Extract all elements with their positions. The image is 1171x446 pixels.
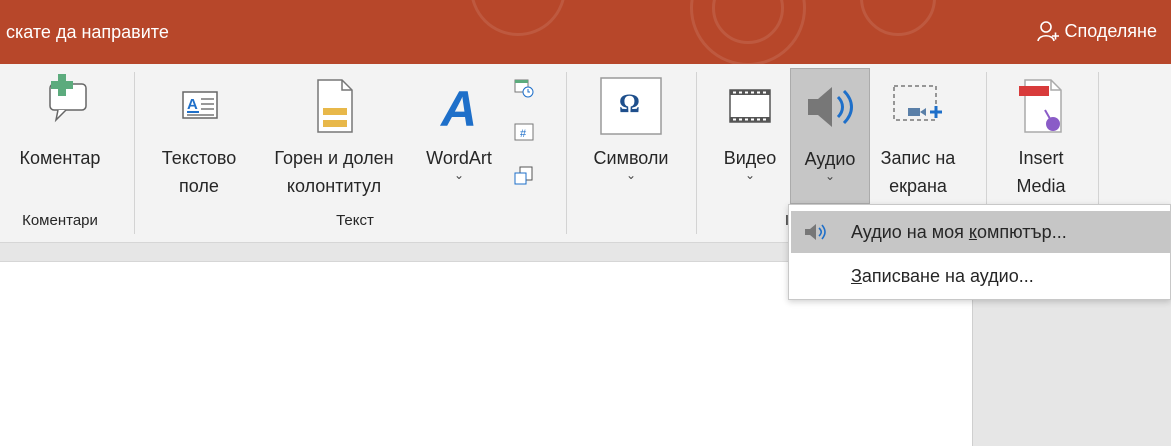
object-icon[interactable] [514,166,534,186]
chevron-down-icon: ⌄ [744,168,756,182]
chevron-down-icon: ⌄ [625,168,637,182]
group-separator [566,72,567,234]
share-label: Споделяне [1064,20,1157,41]
group-label-text: Текст [336,212,374,229]
screen-recording-button[interactable]: Запис на екрана [872,68,964,208]
chevron-down-icon: ⌄ [453,168,465,182]
new-comment-button[interactable]: Коментар [6,68,114,208]
symbols-button[interactable]: Ω Символи ⌄ [582,68,680,208]
text-box-label: поле [179,176,219,196]
title-decoration [860,0,936,36]
audio-dropdown-menu: Аудио на моя компютър... Записване на ау… [788,204,1171,300]
header-footer-label: колонтитул [286,176,382,196]
omega-icon: Ω [599,68,663,144]
tell-me-search[interactable]: скате да направите [6,22,169,43]
svg-text:Ω: Ω [619,89,640,118]
video-button[interactable]: Видео ⌄ [712,68,788,208]
menu-item-label: Аудио на моя компютър... [851,221,1067,242]
screen-record-icon [890,68,946,144]
person-add-icon [1036,21,1059,42]
title-bar: скате да направите Споделяне [0,0,1171,64]
screen-recording-label: екрана [889,176,947,196]
side-panel [972,300,1171,446]
svg-text:A: A [187,96,198,113]
screen-recording-label: Запис на [880,148,956,168]
wordart-button[interactable]: A WordArt ⌄ [416,68,502,208]
menu-item-label: Записване на аудио... [851,265,1034,286]
group-separator [134,72,135,234]
insert-media-button[interactable]: Insert Media [996,68,1086,208]
text-box-icon: A [175,68,223,144]
wordart-icon: A [435,68,483,144]
share-button[interactable]: Споделяне [1036,20,1157,42]
audio-button[interactable]: Аудио ⌄ [790,68,870,204]
header-footer-button[interactable]: Горен и долен колонтитул [254,68,414,208]
header-footer-icon [310,68,358,144]
slide-number-icon[interactable]: # [514,122,534,142]
insert-media-icon [1013,68,1069,144]
insert-media-label: Media [1016,176,1066,196]
svg-text:#: # [520,128,527,140]
svg-text:A: A [439,81,477,134]
text-box-button[interactable]: A Текстово поле [150,68,248,208]
chevron-down-icon: ⌄ [824,169,836,183]
comment-add-icon [28,68,92,144]
comment-label: Коментар [19,148,101,168]
header-footer-label: Горен и долен [274,148,394,168]
text-box-label: Текстово [161,148,237,168]
insert-media-label: Insert [1018,148,1064,168]
speaker-icon [802,69,858,145]
group-label-comments: Коментари [22,212,98,229]
title-decoration [470,0,566,36]
group-separator [696,72,697,234]
menu-item-record-audio[interactable]: Записване на аудио... [791,255,1170,297]
date-time-icon[interactable] [514,78,534,98]
menu-item-audio-on-my-pc[interactable]: Аудио на моя компютър... [791,211,1170,253]
speaker-icon [805,224,826,240]
film-icon [726,68,774,144]
